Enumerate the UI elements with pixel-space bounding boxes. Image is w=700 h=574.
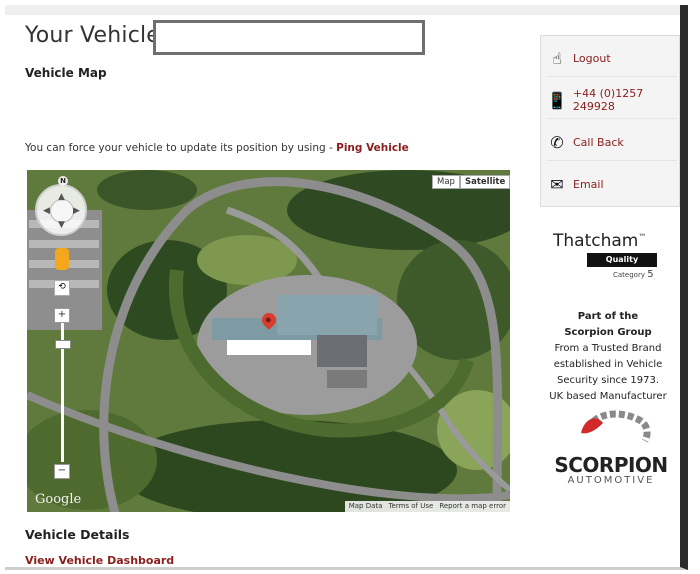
- thatcham-name-text: Thatcham: [553, 231, 639, 251]
- group-line-4: established in Vehicle: [553, 359, 663, 370]
- category-number: 5: [647, 269, 654, 280]
- thatcham-name: Thatcham™: [553, 231, 663, 251]
- sidebar-item-call-back[interactable]: ✆ Call Back: [547, 124, 677, 161]
- terms-of-use-link[interactable]: Terms of Use: [388, 501, 433, 512]
- map-type-satellite-button[interactable]: Satellite: [460, 175, 510, 189]
- map-data-link[interactable]: Map Data: [349, 501, 383, 512]
- pan-right-icon[interactable]: ▶: [73, 206, 80, 216]
- sidebar-item-logout[interactable]: ☝ Logout: [547, 40, 677, 77]
- report-map-error-link[interactable]: Report a map error: [439, 501, 506, 512]
- pan-up-icon[interactable]: ▲: [58, 192, 65, 202]
- page: Your Vehicle: Vehicle Map You can force …: [5, 5, 688, 570]
- sidebar-item-phone[interactable]: 📱 +44 (0)1257 249928: [547, 82, 677, 119]
- map-footer: Map Data Terms of Use Report a map error: [344, 501, 510, 512]
- street-view-pegman-icon[interactable]: [55, 248, 69, 270]
- ping-instructions: You can force your vehicle to update its…: [25, 142, 409, 154]
- sidebar-item-label: Logout: [573, 51, 611, 65]
- google-logo: Google: [35, 492, 82, 507]
- scorpion-automotive-logo: SCORPION AUTOMOTIVE: [553, 407, 669, 489]
- vehicle-details-heading: Vehicle Details: [25, 527, 130, 542]
- pan-down-icon[interactable]: ▼: [58, 220, 65, 230]
- sidebar-item-label: +44 (0)1257 249928: [572, 87, 644, 113]
- vehicle-map[interactable]: Map Satellite N ▲ ▼ ◀ ▶ ⟲ + − Google Map…: [27, 170, 510, 512]
- ping-instructions-text: You can force your vehicle to update its…: [25, 142, 337, 154]
- scorpion-group-info: Part of the Scorpion Group From a Truste…: [543, 309, 673, 405]
- zoom-in-button[interactable]: +: [54, 308, 70, 323]
- pan-control[interactable]: N ▲ ▼ ◀ ▶: [35, 176, 87, 236]
- map-type-map-button[interactable]: Map: [432, 175, 460, 189]
- sidebar-item-label: Email: [573, 177, 604, 191]
- pan-left-icon[interactable]: ◀: [43, 206, 50, 216]
- view-dashboard-link[interactable]: View Vehicle Dashboard: [25, 554, 174, 567]
- compass-north-label: N: [58, 176, 68, 186]
- sidebar-panel: ☝ Logout 📱 +44 (0)1257 249928 ✆ Call Bac…: [540, 35, 680, 207]
- group-line-6: UK based Manufacturer: [549, 391, 667, 402]
- call-back-icon: ✆: [550, 132, 564, 152]
- category-label: Category 5: [613, 269, 663, 280]
- top-bar: [5, 5, 680, 15]
- vehicle-map-heading: Vehicle Map: [25, 66, 107, 80]
- vehicle-name-field[interactable]: [153, 20, 425, 55]
- quality-assured-label: Quality Assured: [587, 253, 657, 278]
- sidebar-item-email[interactable]: ✉ Email: [547, 166, 677, 202]
- scorpion-tail-icon: [581, 410, 651, 443]
- sidebar-item-label: Call Back: [573, 135, 624, 149]
- rotate-icon[interactable]: ⟲: [54, 280, 70, 296]
- zoom-out-button[interactable]: −: [54, 464, 70, 479]
- hand-pointer-icon: ☝: [552, 48, 562, 68]
- group-line-3: From a Trusted Brand: [554, 343, 662, 354]
- group-line-2: Scorpion Group: [564, 327, 652, 338]
- envelope-icon: ✉: [550, 174, 564, 194]
- thatcham-tm: ™: [638, 232, 647, 242]
- scorpion-brand-sub: AUTOMOTIVE: [567, 475, 655, 486]
- group-line-5: Security since 1973.: [556, 375, 660, 386]
- scorpion-brand-name: SCORPION: [554, 453, 668, 477]
- zoom-slider-handle[interactable]: [55, 340, 71, 349]
- phone-icon: 📱: [547, 90, 567, 110]
- ping-vehicle-link[interactable]: Ping Vehicle: [336, 142, 409, 154]
- page-title: Your Vehicle:: [25, 23, 168, 48]
- vehicle-label-box: [227, 340, 311, 355]
- group-line-1: Part of the: [577, 311, 639, 322]
- category-text: Category: [613, 271, 645, 279]
- thatcham-badge: Thatcham™ Quality Assured Category 5: [553, 231, 663, 280]
